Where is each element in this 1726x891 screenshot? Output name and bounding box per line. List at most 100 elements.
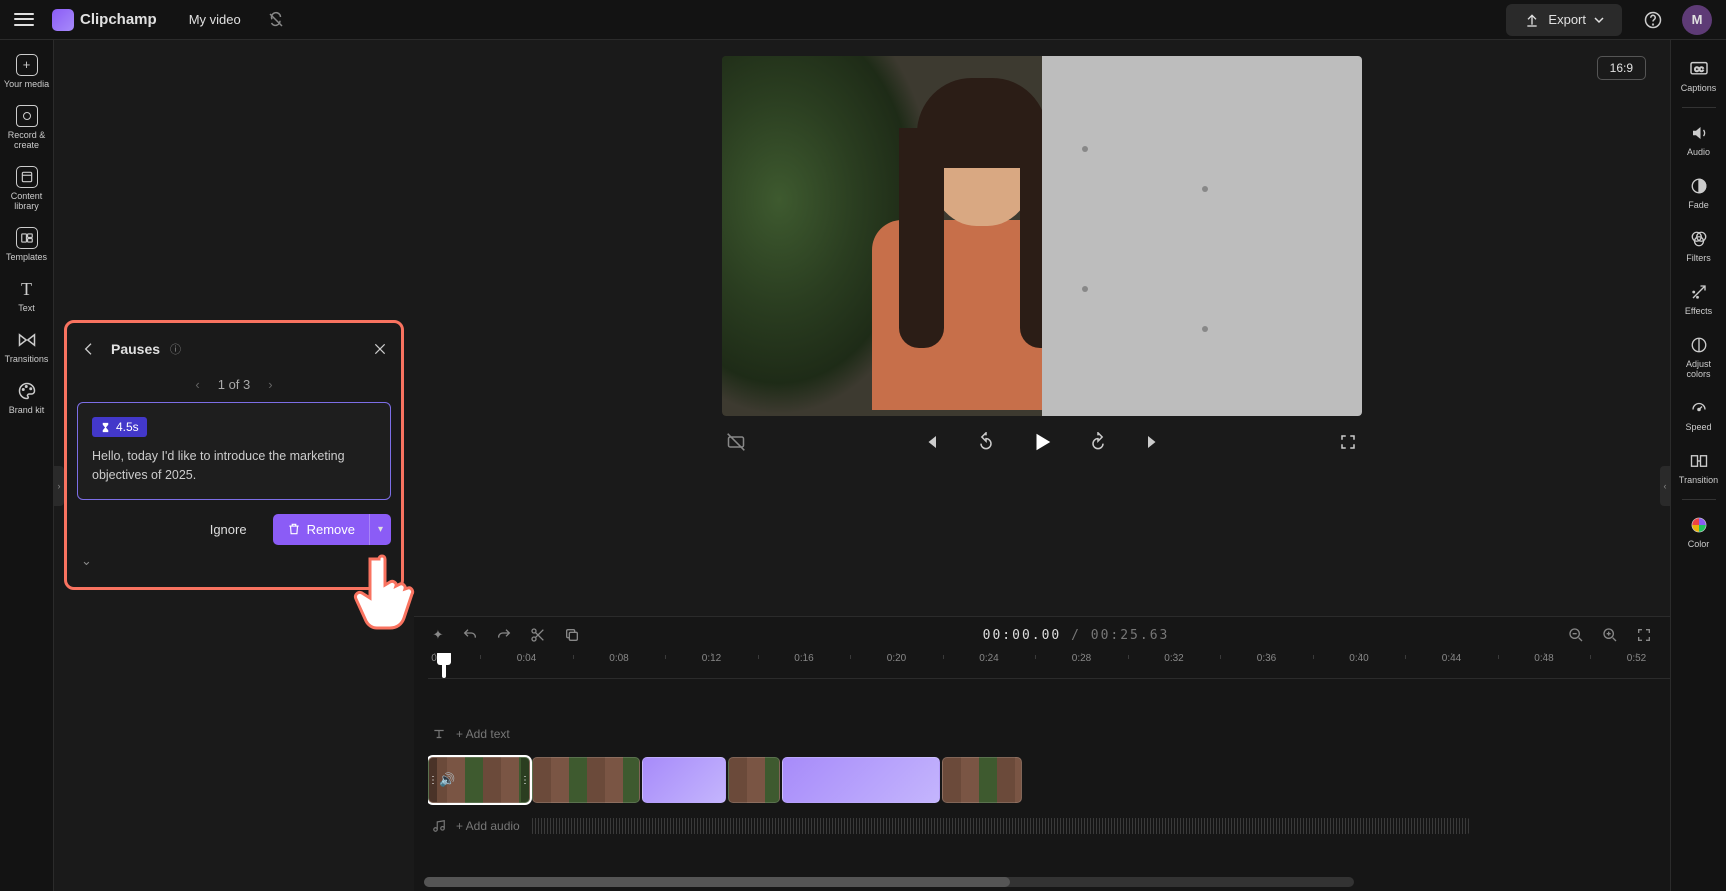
pager-text: 1 of 3	[218, 377, 251, 392]
library-icon	[16, 166, 38, 188]
speaker-icon	[1688, 122, 1710, 144]
brand-logo-text: Clipchamp	[52, 9, 157, 31]
pause-clip[interactable]	[782, 757, 940, 803]
nav-brand-kit[interactable]: Brand kit	[3, 374, 51, 421]
rewind-button[interactable]	[972, 428, 1000, 456]
pause-clip[interactable]	[642, 757, 726, 803]
templates-icon	[16, 227, 38, 249]
video-preview[interactable]	[722, 56, 1362, 416]
audio-track-row[interactable]: + Add audio	[428, 811, 1670, 841]
brandkit-icon	[16, 380, 38, 402]
ruler-mark: 0:48	[1534, 653, 1553, 664]
aspect-ratio-selector[interactable]: 16:9	[1597, 56, 1646, 80]
clip-mute-icon[interactable]: 🔊	[439, 772, 455, 788]
panel-collapse[interactable]: ⌄	[77, 549, 391, 573]
video-clip[interactable]	[728, 757, 780, 803]
info-icon[interactable]: ⓘ	[170, 341, 181, 357]
copy-button[interactable]	[564, 627, 584, 643]
play-button[interactable]	[1028, 428, 1056, 456]
arrow-left-icon	[81, 341, 97, 357]
tool-speed[interactable]: Speed	[1675, 391, 1723, 438]
pauses-panel: Pauses ⓘ ‹ 1 of 3 › 4.5s Hello, today I'…	[64, 320, 404, 590]
project-name-input[interactable]: My video	[177, 8, 253, 31]
skip-forward-button[interactable]	[1140, 428, 1168, 456]
tool-filters[interactable]: Filters	[1675, 222, 1723, 269]
camera-icon	[16, 105, 38, 127]
hamburger-menu[interactable]	[14, 10, 34, 30]
tool-audio[interactable]: Audio	[1675, 116, 1723, 163]
nav-templates[interactable]: Templates	[3, 221, 51, 268]
video-clip[interactable]	[532, 757, 640, 803]
export-button[interactable]: Export	[1506, 4, 1622, 36]
video-clip[interactable]	[942, 757, 1022, 803]
help-icon	[1644, 11, 1662, 29]
split-button[interactable]	[530, 627, 550, 643]
transitions-icon	[16, 329, 38, 351]
ruler-mark: 0:40	[1349, 653, 1368, 664]
skip-back-button[interactable]	[916, 428, 944, 456]
text-icon: T	[16, 278, 38, 300]
nav-transitions[interactable]: Transitions	[3, 323, 51, 370]
project-name-text: My video	[189, 12, 241, 27]
ruler-mark: 0:04	[517, 653, 536, 664]
clip-handle-right[interactable]: ⋮	[521, 758, 529, 802]
ruler-mark: 0:12	[702, 653, 721, 664]
remove-dropdown[interactable]: ▾	[369, 514, 391, 545]
nav-record-create[interactable]: Record & create	[3, 99, 51, 156]
magic-button[interactable]: ✦	[428, 627, 448, 643]
fit-icon	[1636, 627, 1652, 643]
text-track[interactable]: + Add text	[428, 719, 1670, 749]
tool-fade[interactable]: Fade	[1675, 169, 1723, 216]
undo-icon	[462, 627, 478, 643]
video-track[interactable]: ⋮⋮🔊	[428, 755, 1670, 805]
playhead[interactable]	[442, 653, 446, 678]
hourglass-icon	[100, 422, 111, 433]
forward-icon	[1088, 432, 1108, 452]
fullscreen-button[interactable]	[1334, 428, 1362, 456]
fade-icon	[1688, 175, 1710, 197]
remove-button[interactable]: Remove	[273, 514, 369, 545]
ruler-mark: 0:28	[1072, 653, 1091, 664]
close-icon	[373, 342, 387, 356]
tool-adjust-colors[interactable]: Adjust colors	[1675, 328, 1723, 385]
panel-close-button[interactable]	[369, 338, 391, 360]
panel-title: Pauses	[111, 341, 160, 357]
timeline-horizontal-scrollbar[interactable]	[424, 877, 1354, 887]
time-readout: 00:00.00 / 00:25.63	[983, 628, 1170, 643]
pager-prev[interactable]: ‹	[195, 377, 199, 392]
tool-effects[interactable]: Effects	[1675, 275, 1723, 322]
captions-toggle[interactable]	[722, 428, 750, 456]
tool-color[interactable]: Color	[1675, 508, 1723, 555]
help-button[interactable]	[1636, 3, 1670, 37]
redo-button[interactable]	[496, 627, 516, 643]
zoom-fit-button[interactable]	[1636, 627, 1656, 643]
video-clip[interactable]: ⋮⋮🔊	[428, 757, 530, 803]
ruler-mark: 0:44	[1442, 653, 1461, 664]
tool-transition[interactable]: Transition	[1675, 444, 1723, 491]
forward-button[interactable]	[1084, 428, 1112, 456]
undo-button[interactable]	[462, 627, 482, 643]
ruler-mark: 0:52	[1627, 653, 1646, 664]
nav-text[interactable]: TText	[3, 272, 51, 319]
timeline-ruler[interactable]: 00:040:080:120:160:200:240:280:320:360:4…	[428, 653, 1670, 679]
nav-content-library[interactable]: Content library	[3, 160, 51, 217]
pager-next[interactable]: ›	[268, 377, 272, 392]
export-label: Export	[1548, 12, 1586, 27]
pause-card[interactable]: 4.5s Hello, today I'd like to introduce …	[77, 402, 391, 500]
ruler-mark: 0:16	[794, 653, 813, 664]
tool-captions[interactable]: CCCaptions	[1675, 52, 1723, 99]
ruler-mark: 0	[431, 653, 437, 664]
panel-back-button[interactable]	[77, 337, 101, 361]
user-avatar[interactable]: M	[1682, 5, 1712, 35]
ignore-button[interactable]: Ignore	[192, 514, 265, 545]
skip-back-icon	[921, 433, 939, 451]
audio-waveform[interactable]	[530, 818, 1470, 834]
fullscreen-icon	[1339, 433, 1357, 451]
color-wheel-icon	[1688, 514, 1710, 536]
zoom-in-button[interactable]	[1602, 627, 1622, 643]
zoom-out-button[interactable]	[1568, 627, 1588, 643]
nav-your-media[interactable]: Your media	[3, 48, 51, 95]
trash-icon	[287, 522, 301, 536]
clip-handle-left[interactable]: ⋮	[429, 758, 437, 802]
right-panel-collapse[interactable]: ‹	[1660, 466, 1670, 506]
